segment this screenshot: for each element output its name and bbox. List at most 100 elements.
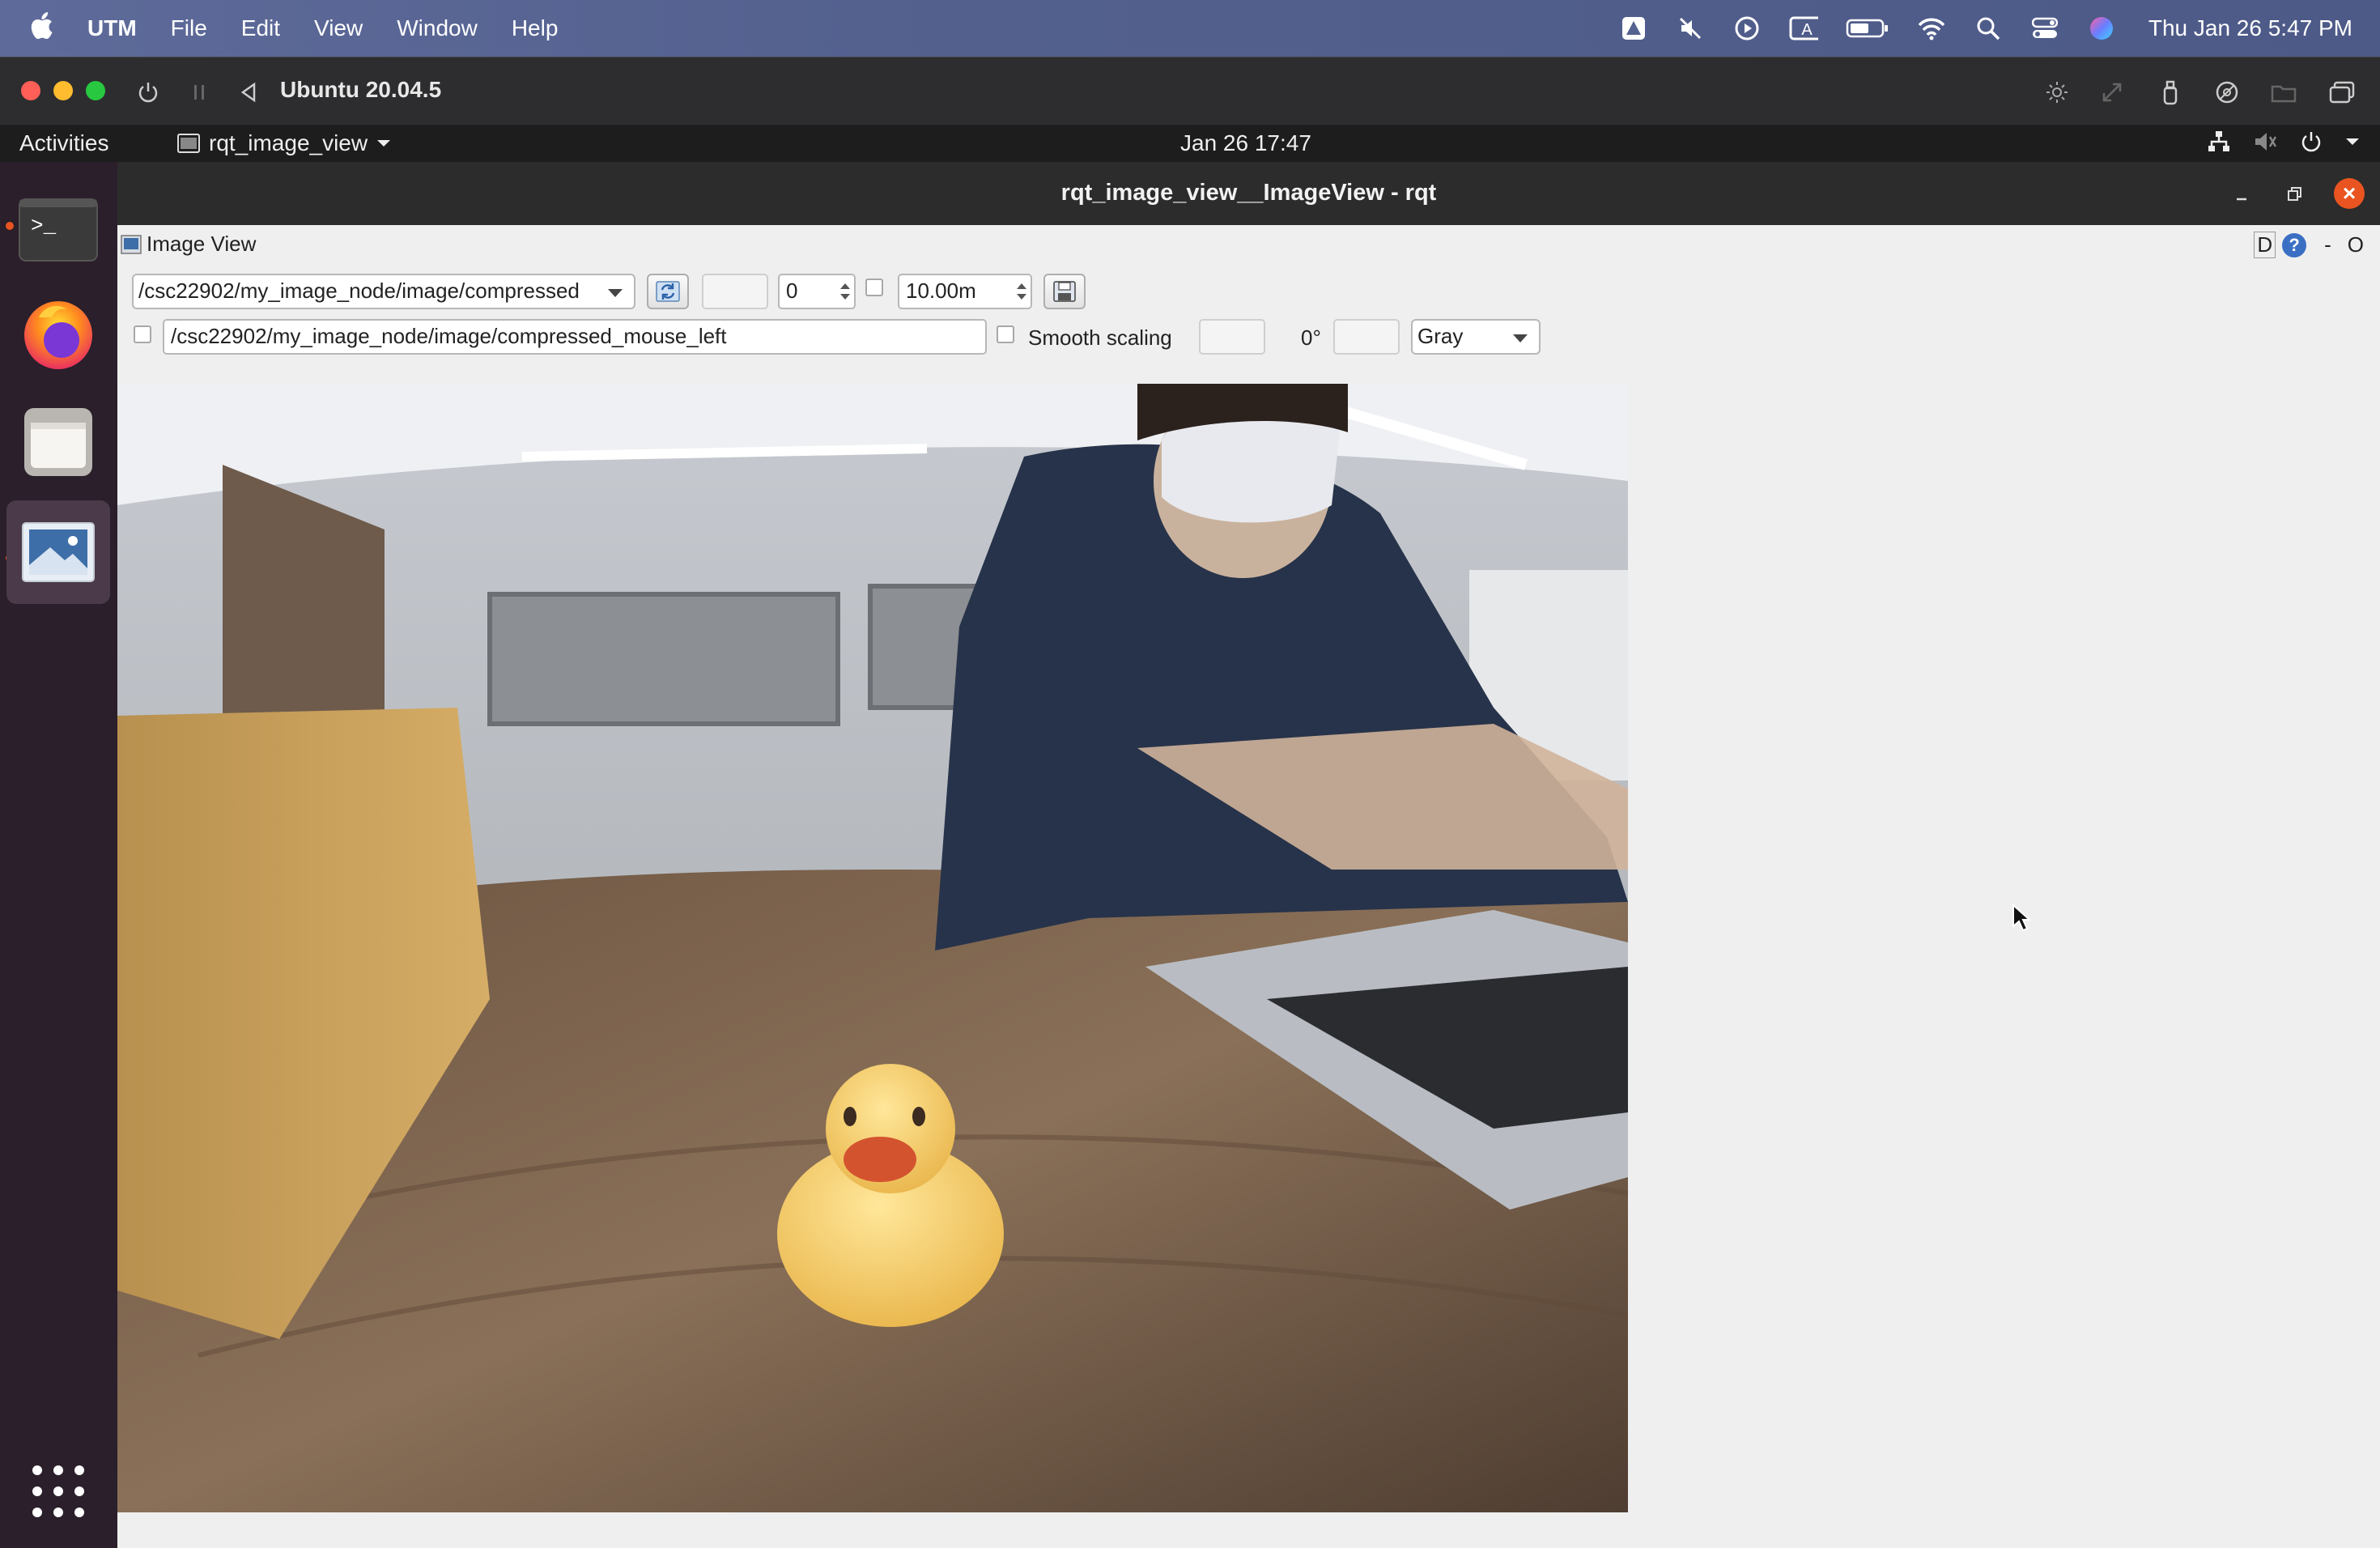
minimize-window-button[interactable]: [53, 81, 73, 100]
drive-icon[interactable]: [1619, 14, 1648, 43]
gnome-top-bar: Activities rqt_image_view Jan 26 17:47: [0, 125, 2380, 162]
zoom-window-button[interactable]: [86, 81, 105, 100]
dock-files[interactable]: [6, 390, 110, 494]
app-menu-label: rqt_image_view: [209, 130, 368, 155]
topic-select[interactable]: /csc22902/my_image_node/image/compressed: [132, 274, 635, 309]
menu-file[interactable]: File: [171, 15, 207, 41]
color-scheme-value: Gray: [1417, 324, 1464, 348]
maximize-button[interactable]: [2280, 180, 2310, 209]
power-icon: [2301, 132, 2321, 152]
power-icon[interactable]: [134, 79, 162, 106]
timeout-checkbox[interactable]: [865, 279, 883, 296]
rotation-label: 0°: [1301, 325, 1321, 350]
rqt-content: Image View D ? - O /csc22902/my_image_no…: [117, 225, 2380, 1548]
siri-icon[interactable]: [2087, 14, 2116, 43]
apps-grid-icon: [32, 1465, 84, 1517]
minimize-button[interactable]: [2227, 180, 2256, 209]
mute-icon[interactable]: [1676, 14, 1705, 43]
macos-menu-bar: UTM File Edit View Window Help A Thu Jan…: [0, 0, 2380, 57]
publish-mouse-checkbox[interactable]: [134, 325, 151, 343]
activities-button[interactable]: Activities: [19, 130, 108, 156]
menu-app-utm[interactable]: UTM: [87, 15, 137, 41]
zoom-field[interactable]: [702, 274, 768, 309]
utm-window-titlebar: Ubuntu 20.04.5: [0, 57, 2380, 125]
files-icon: [24, 408, 92, 476]
svg-text:A: A: [1801, 21, 1813, 39]
usb-icon[interactable]: [2157, 79, 2184, 106]
brightness-icon[interactable]: [2043, 79, 2071, 106]
gnome-clock[interactable]: Jan 26 17:47: [1180, 130, 1311, 156]
rqt-window-title: rqt_image_view__ImageView - rqt: [1060, 180, 1437, 206]
menu-view[interactable]: View: [314, 15, 363, 41]
plugin-dock-title: Image View: [121, 232, 256, 257]
volume-muted-icon: [2255, 133, 2277, 151]
keyboard-a-icon[interactable]: A: [1789, 14, 1818, 43]
search-icon[interactable]: [1974, 14, 2003, 43]
menu-window[interactable]: Window: [397, 15, 478, 41]
windows-icon[interactable]: [2328, 79, 2356, 106]
vm-name: Ubuntu 20.04.5: [280, 77, 442, 102]
battery-icon[interactable]: [1846, 14, 1889, 43]
close-icon: ×: [2342, 181, 2357, 206]
app-menu-icon: [177, 134, 200, 153]
pointer-icon: [2012, 903, 2032, 932]
rotate-left-field[interactable]: [1199, 319, 1265, 355]
plugin-title: Image View: [147, 232, 257, 256]
spin-arrows-icon: [1013, 275, 1031, 308]
save-as-icon: [1053, 281, 1076, 302]
image-view-icon: [121, 234, 142, 254]
chevron-down-icon: [1513, 334, 1528, 342]
help-button[interactable]: ?: [2282, 232, 2307, 257]
app-menu[interactable]: rqt_image_view: [176, 130, 392, 156]
network-icon: [2208, 131, 2229, 151]
close-plugin-button[interactable]: O: [2348, 232, 2364, 257]
refresh-topics-button[interactable]: [647, 274, 689, 309]
minimize-plugin-button[interactable]: -: [2324, 232, 2331, 257]
terminal-icon: >_: [19, 198, 98, 262]
pause-icon[interactable]: [186, 79, 214, 106]
folder-icon[interactable]: [2270, 79, 2297, 106]
system-menu[interactable]: [2207, 130, 2361, 154]
apple-icon[interactable]: [29, 11, 53, 45]
image-viewer-icon: [22, 522, 95, 582]
dock-image-viewer[interactable]: [6, 500, 110, 604]
plugin-dock-controls: D ? - O: [2254, 232, 2364, 258]
rqt-window-titlebar: rqt_image_view__ImageView - rqt ×: [117, 162, 2380, 225]
timeout-value: 10.00m: [906, 279, 976, 303]
save-image-button[interactable]: [1043, 274, 1086, 309]
drive-icon[interactable]: [2213, 79, 2241, 106]
chevron-down-icon: [2346, 138, 2359, 145]
refresh-icon: [656, 281, 680, 302]
camera-image[interactable]: [117, 384, 1628, 1512]
spin-arrows-icon: [836, 275, 854, 308]
control-center-icon[interactable]: [2030, 14, 2059, 43]
resize-icon[interactable]: [2098, 79, 2126, 106]
rotate-right-field[interactable]: [1333, 319, 1400, 355]
chevron-down-icon: [608, 289, 623, 297]
color-scheme-select[interactable]: Gray: [1411, 319, 1541, 355]
play-icon[interactable]: [1732, 14, 1762, 43]
ubuntu-dock: >_: [0, 162, 117, 1548]
firefox-icon: [24, 301, 92, 369]
topic-select-value: /csc22902/my_image_node/image/compressed: [138, 279, 580, 303]
wifi-icon[interactable]: [1917, 14, 1946, 43]
dock-firefox[interactable]: [6, 282, 110, 385]
chevron-down-icon: [377, 140, 391, 147]
mouse-topic-input[interactable]: /csc22902/my_image_node/image/compressed…: [163, 319, 987, 355]
frame-spinbox-value: 0: [786, 279, 798, 303]
back-icon[interactable]: [235, 79, 262, 106]
menu-help[interactable]: Help: [512, 15, 559, 41]
timeout-spinbox[interactable]: 10.00m: [898, 274, 1032, 309]
mouse-cursor: [2012, 903, 2032, 937]
frame-spinbox[interactable]: 0: [778, 274, 856, 309]
smooth-scaling-checkbox[interactable]: [997, 325, 1014, 343]
smooth-scaling-label: Smooth scaling: [1028, 325, 1172, 350]
close-button[interactable]: ×: [2334, 178, 2365, 209]
menu-edit[interactable]: Edit: [241, 15, 280, 41]
close-window-button[interactable]: [21, 81, 40, 100]
menu-bar-clock[interactable]: Thu Jan 26 5:47 PM: [2148, 15, 2352, 41]
svg-text:>_: >_: [31, 214, 57, 238]
dock-toggle-button[interactable]: D: [2254, 232, 2276, 258]
show-applications-button[interactable]: [29, 1462, 87, 1520]
dock-terminal[interactable]: >_: [6, 178, 110, 282]
